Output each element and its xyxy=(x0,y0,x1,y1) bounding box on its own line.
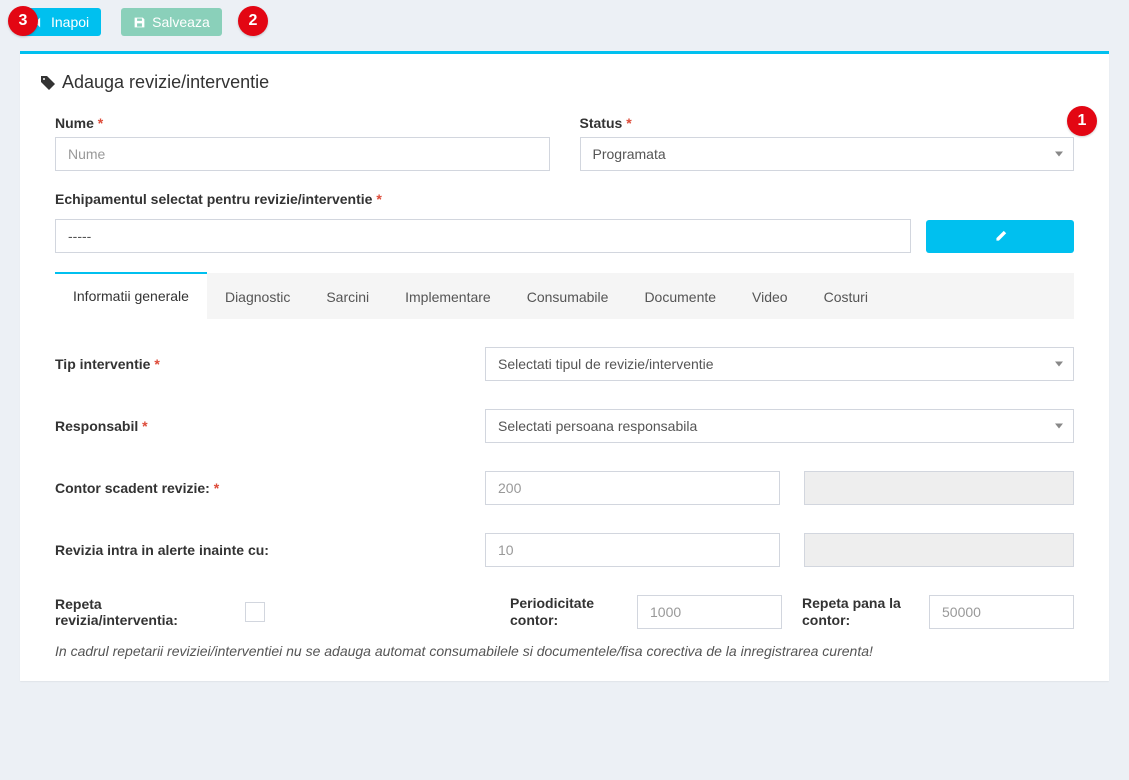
annotation-badge-1: 1 xyxy=(1067,106,1097,136)
tag-icon xyxy=(40,75,56,91)
pencil-icon xyxy=(994,230,1007,243)
tabs-bar: Informatii generale Diagnostic Sarcini I… xyxy=(55,273,1074,319)
counter-due-input[interactable] xyxy=(485,471,780,505)
back-button-label: Inapoi xyxy=(51,14,89,30)
edit-equipment-button[interactable] xyxy=(926,220,1074,253)
chevron-down-icon xyxy=(1055,152,1063,157)
repeat-note: In cadrul repetarii reviziei/interventie… xyxy=(55,643,1074,659)
name-input[interactable] xyxy=(55,137,550,171)
tab-implementare[interactable]: Implementare xyxy=(387,273,509,319)
repeat-until-label: Repeta pana la contor: xyxy=(802,595,917,629)
alert-before-label: Revizia intra in alerte inainte cu: xyxy=(55,542,465,558)
tab-info-generale[interactable]: Informatii generale xyxy=(55,272,207,319)
repeat-checkbox[interactable] xyxy=(245,602,265,622)
tab-video[interactable]: Video xyxy=(734,273,806,319)
chevron-down-icon xyxy=(1055,362,1063,367)
counter-due-label: Contor scadent revizie: * xyxy=(55,480,465,496)
status-select[interactable]: Programata xyxy=(580,137,1075,171)
save-button-label: Salveaza xyxy=(152,14,210,30)
tab-consumabile[interactable]: Consumabile xyxy=(509,273,627,319)
type-label: Tip interventie * xyxy=(55,356,465,372)
name-label: Nume * xyxy=(55,115,550,131)
tab-costuri[interactable]: Costuri xyxy=(806,273,886,319)
responsible-select[interactable]: Selectati persoana responsabila xyxy=(485,409,1074,443)
save-icon xyxy=(133,16,146,29)
counter-due-unit xyxy=(804,471,1075,505)
responsible-label: Responsabil * xyxy=(55,418,465,434)
annotation-badge-3: 3 xyxy=(8,6,38,36)
periodicity-label: Periodicitate contor: xyxy=(510,595,625,629)
repeat-until-input[interactable] xyxy=(929,595,1074,629)
panel-title: Adauga revizie/interventie xyxy=(40,72,1089,93)
tab-documente[interactable]: Documente xyxy=(626,273,734,319)
tab-content-general: Tip interventie * Selectati tipul de rev… xyxy=(40,319,1089,659)
annotation-badge-2: 2 xyxy=(238,6,268,36)
save-button[interactable]: Salveaza xyxy=(121,8,222,36)
tab-sarcini[interactable]: Sarcini xyxy=(308,273,387,319)
alert-before-input[interactable] xyxy=(485,533,780,567)
revision-panel: Adauga revizie/interventie Nume * Status… xyxy=(20,51,1109,681)
alert-before-unit xyxy=(804,533,1075,567)
type-select[interactable]: Selectati tipul de revizie/interventie xyxy=(485,347,1074,381)
equipment-input[interactable] xyxy=(55,219,911,253)
chevron-down-icon xyxy=(1055,424,1063,429)
repeat-label: Repeta revizia/interventia: xyxy=(55,596,225,628)
periodicity-input[interactable] xyxy=(637,595,782,629)
equipment-label: Echipamentul selectat pentru revizie/int… xyxy=(55,191,1074,207)
tab-diagnostic[interactable]: Diagnostic xyxy=(207,273,308,319)
status-label: Status * xyxy=(580,115,1075,131)
